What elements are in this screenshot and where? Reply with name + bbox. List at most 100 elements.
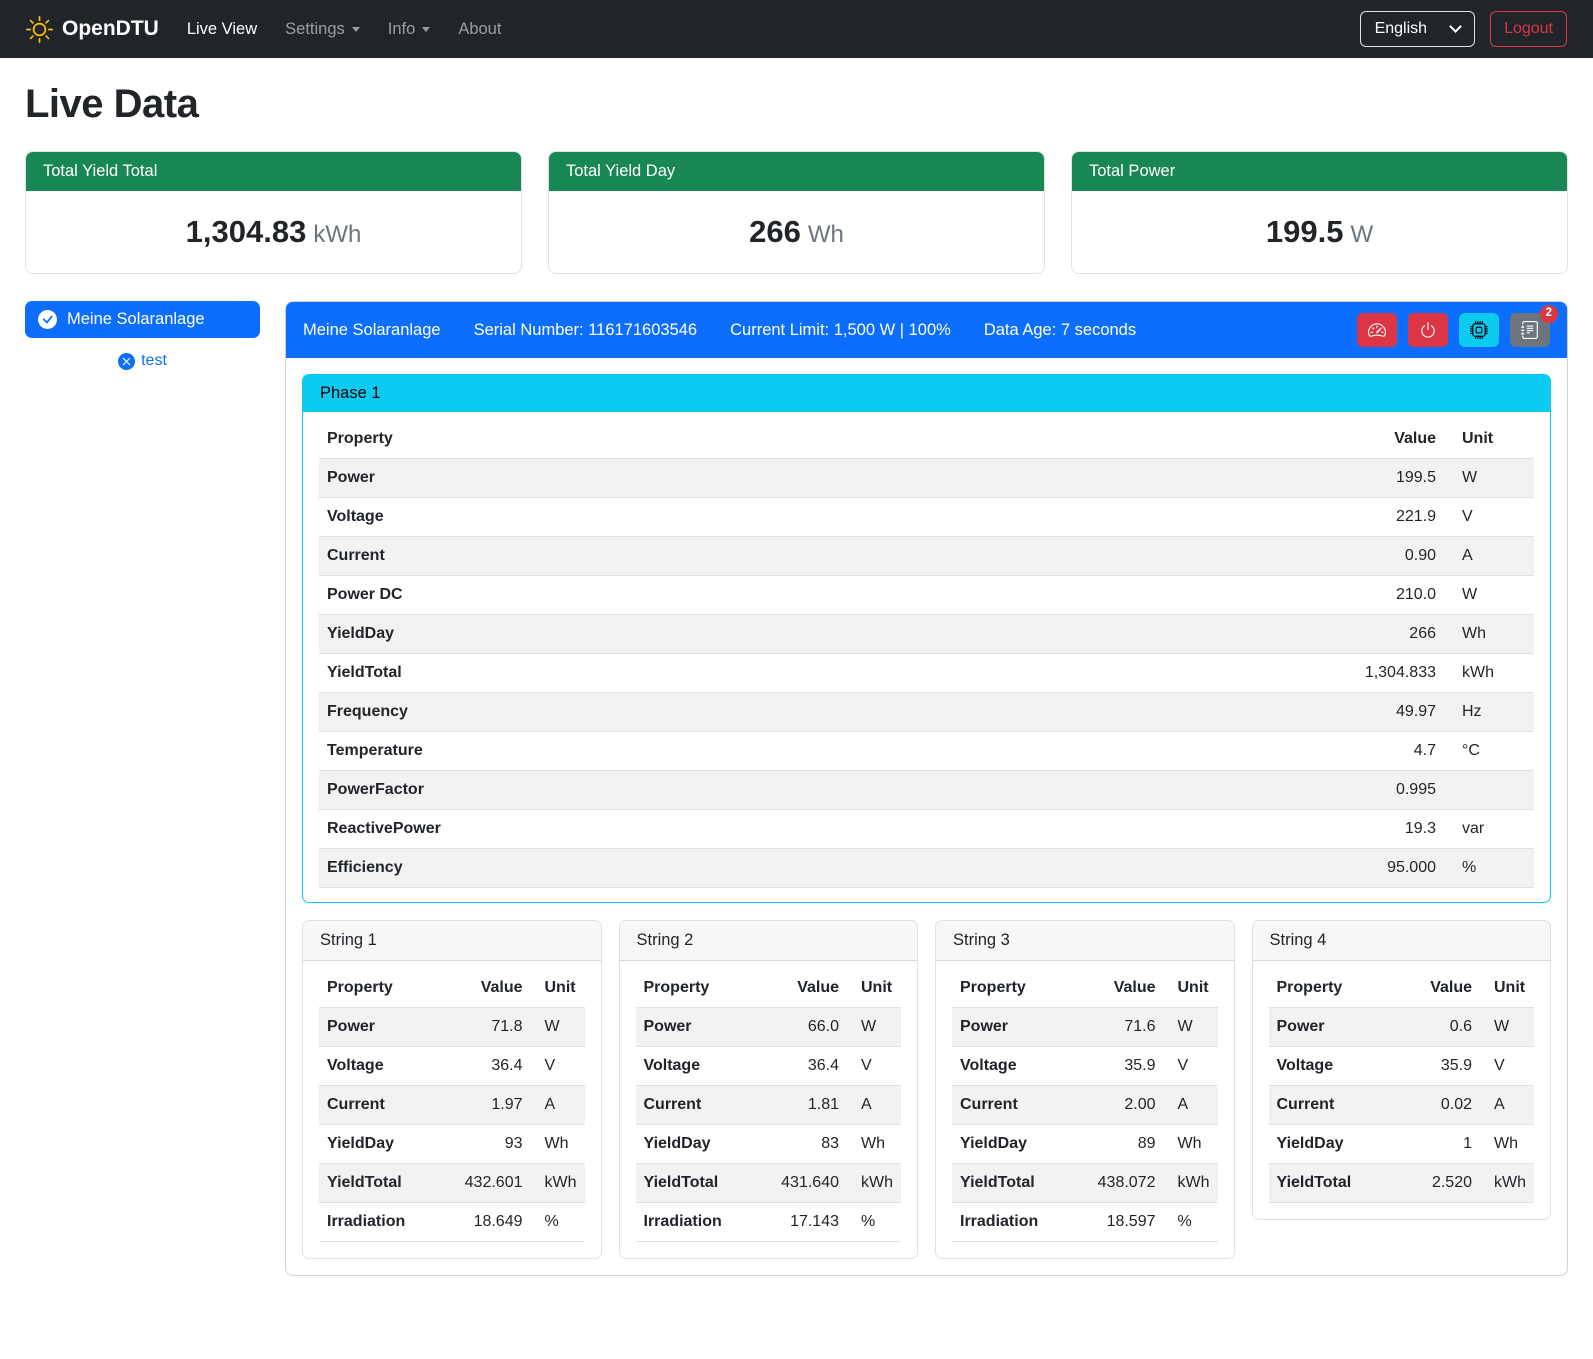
string-table-wrap: Property Value Unit Power 66.0 W Voltage…	[620, 961, 918, 1258]
row-value: 1.97	[438, 1086, 531, 1125]
string-table-wrap: Property Value Unit Power 71.8 W Voltage…	[303, 961, 601, 1258]
table-row: Current 0.90 A	[319, 537, 1534, 576]
inverter-select-button[interactable]: Meine Solaranlage	[25, 301, 260, 338]
cpu-icon	[1470, 321, 1488, 339]
chevron-down-icon	[352, 27, 360, 32]
page-container: Live Data Total Yield Total 1,304.83kWh …	[0, 58, 1593, 1310]
table-header-row: Property Value Unit	[636, 969, 902, 1008]
content-row: Meine Solaranlage test Meine Solaranlage…	[25, 301, 1568, 1276]
col-header-property: Property	[319, 969, 438, 1008]
col-header-unit: Unit	[1444, 420, 1534, 459]
data-table: Property Value Unit Power 66.0 W Voltage…	[636, 969, 902, 1242]
row-property: Irradiation	[952, 1203, 1071, 1242]
power-settings-button[interactable]	[1408, 313, 1448, 347]
data-table: Property Value Unit Power 71.6 W Voltage…	[952, 969, 1218, 1242]
table-row: Efficiency 95.000 %	[319, 849, 1534, 888]
inverter-select-link[interactable]: test	[25, 352, 260, 370]
row-unit: A	[1164, 1086, 1218, 1125]
col-header-property: Property	[319, 420, 992, 459]
row-unit: W	[531, 1008, 585, 1047]
nav-item-live-view[interactable]: Live View	[187, 20, 257, 39]
nav-item-label: Settings	[285, 20, 345, 39]
language-select[interactable]: English	[1360, 11, 1475, 47]
summary-card-unit: W	[1350, 221, 1373, 248]
brand-logo[interactable]: OpenDTU	[26, 16, 159, 43]
col-header-property: Property	[1269, 969, 1398, 1008]
row-unit: V	[531, 1047, 585, 1086]
string-table-wrap: Property Value Unit Power 0.6 W Voltage …	[1253, 961, 1551, 1219]
row-value: 1.81	[754, 1086, 847, 1125]
table-row: Current 1.97 A	[319, 1086, 585, 1125]
col-header-unit: Unit	[531, 969, 585, 1008]
row-value: 18.597	[1071, 1203, 1164, 1242]
row-property: Current	[319, 537, 992, 576]
nav-item-about[interactable]: About	[458, 20, 501, 39]
table-row: Irradiation 18.597 %	[952, 1203, 1218, 1242]
string-card: String 3 Property Value Unit Power 71.6 …	[935, 920, 1235, 1259]
row-value: 2.520	[1398, 1164, 1480, 1203]
summary-cards-row: Total Yield Total 1,304.83kWh Total Yiel…	[25, 151, 1568, 274]
table-row: Current 2.00 A	[952, 1086, 1218, 1125]
data-table: Property Value Unit Power 0.6 W Voltage …	[1269, 969, 1535, 1203]
nav-item-settings[interactable]: Settings	[285, 20, 360, 39]
data-table: Property Value Unit Power 71.8 W Voltage…	[319, 969, 585, 1242]
string-card: String 1 Property Value Unit Power 71.8 …	[302, 920, 602, 1259]
current-limit: Current Limit: 1,500 W | 100%	[730, 321, 951, 340]
col-header-unit: Unit	[1480, 969, 1534, 1008]
col-header-unit: Unit	[1164, 969, 1218, 1008]
brand-label: OpenDTU	[62, 17, 159, 41]
table-row: YieldTotal 431.640 kWh	[636, 1164, 902, 1203]
table-row: Irradiation 18.649 %	[319, 1203, 585, 1242]
chevron-down-icon	[422, 27, 430, 32]
table-header-row: Property Value Unit	[319, 420, 1534, 459]
logout-button[interactable]: Logout	[1490, 11, 1567, 47]
event-log-button[interactable]: 2	[1510, 313, 1550, 347]
device-info-button[interactable]	[1459, 313, 1499, 347]
check-circle-icon	[38, 310, 57, 329]
row-property: Irradiation	[319, 1203, 438, 1242]
row-unit: V	[847, 1047, 901, 1086]
table-header-row: Property Value Unit	[952, 969, 1218, 1008]
table-header-row: Property Value Unit	[1269, 969, 1535, 1008]
nav-item-info[interactable]: Info	[388, 20, 431, 39]
col-header-property: Property	[952, 969, 1071, 1008]
limit-settings-button[interactable]	[1357, 313, 1397, 347]
chevron-down-icon	[1449, 20, 1462, 33]
page-title: Live Data	[25, 82, 1568, 127]
row-property: YieldDay	[636, 1125, 755, 1164]
row-property: Voltage	[952, 1047, 1071, 1086]
strings-row: String 1 Property Value Unit Power 71.8 …	[302, 920, 1551, 1259]
row-unit: V	[1164, 1047, 1218, 1086]
row-unit: W	[847, 1008, 901, 1047]
row-unit: V	[1444, 498, 1534, 537]
row-property: Current	[1269, 1086, 1398, 1125]
row-property: Power	[636, 1008, 755, 1047]
table-row: YieldDay 266 Wh	[319, 615, 1534, 654]
row-unit: Wh	[1164, 1125, 1218, 1164]
row-unit: A	[531, 1086, 585, 1125]
row-unit: W	[1444, 576, 1534, 615]
string-card: String 4 Property Value Unit Power 0.6 W…	[1252, 920, 1552, 1220]
table-row: YieldTotal 1,304.833 kWh	[319, 654, 1534, 693]
event-count-badge: 2	[1540, 305, 1558, 323]
row-value: 36.4	[754, 1047, 847, 1086]
row-property: Voltage	[319, 1047, 438, 1086]
row-property: YieldTotal	[636, 1164, 755, 1203]
row-unit: kWh	[1444, 654, 1534, 693]
inverter-panel-header: Meine Solaranlage Serial Number: 1161716…	[286, 302, 1567, 358]
row-property: Power	[1269, 1008, 1398, 1047]
data-table: Property Value Unit Power 199.5 W Voltag…	[319, 420, 1534, 888]
col-header-value: Value	[754, 969, 847, 1008]
string-card-title: String 1	[303, 921, 601, 961]
nav-item-label: Live View	[187, 20, 257, 39]
row-property: YieldDay	[1269, 1125, 1398, 1164]
summary-card-body: 1,304.83kWh	[26, 191, 521, 273]
col-header-value: Value	[1071, 969, 1164, 1008]
row-value: 1,304.833	[992, 654, 1444, 693]
table-row: YieldTotal 438.072 kWh	[952, 1164, 1218, 1203]
table-row: YieldTotal 2.520 kWh	[1269, 1164, 1535, 1203]
table-row: Current 1.81 A	[636, 1086, 902, 1125]
row-unit: kWh	[847, 1164, 901, 1203]
table-row: Frequency 49.97 Hz	[319, 693, 1534, 732]
row-value: 49.97	[992, 693, 1444, 732]
